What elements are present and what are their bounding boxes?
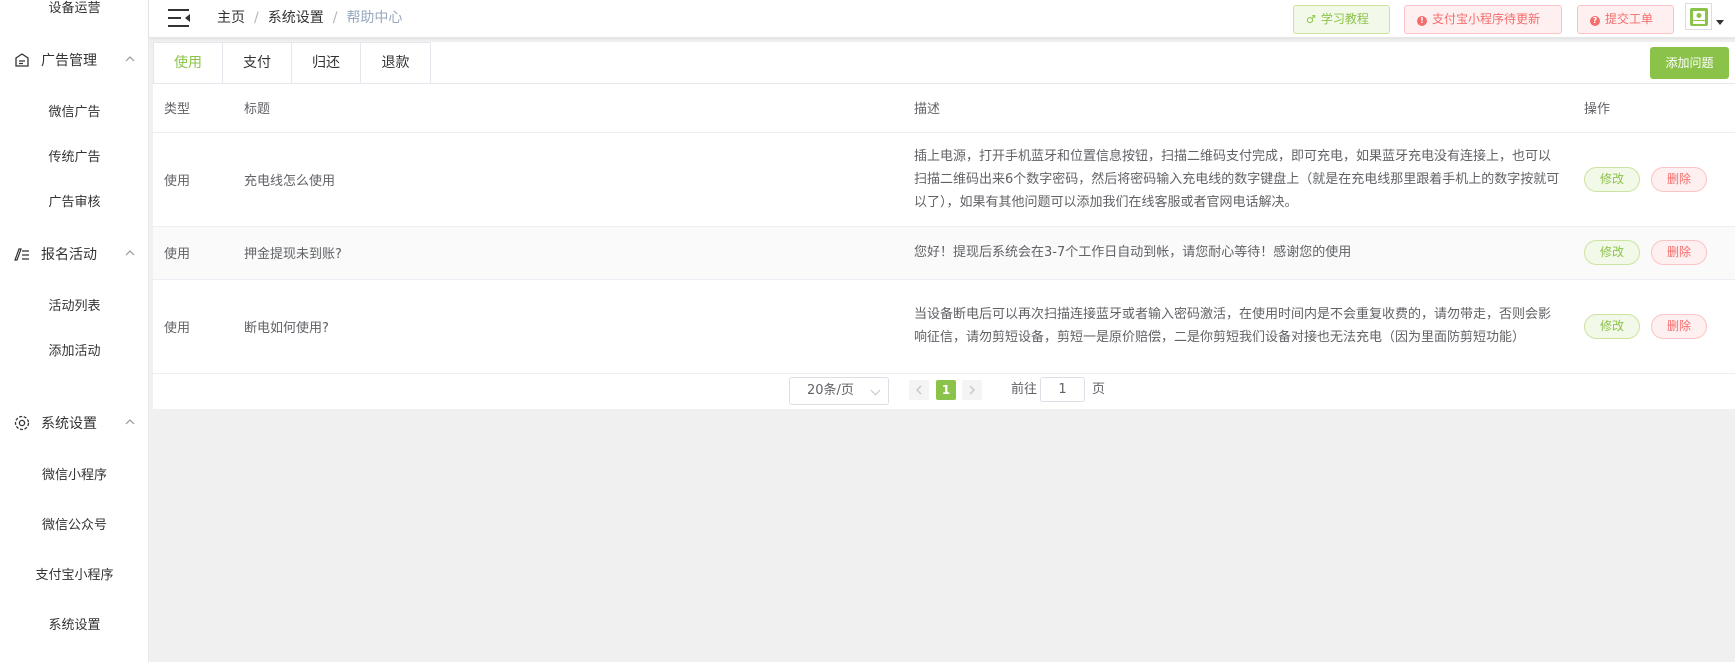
chevron-left-icon [916,385,922,395]
breadcrumb-current: 帮助中心 [346,10,403,26]
sidebar-item-traditional-ads[interactable]: 传统广告 [0,142,149,174]
signup-icon [12,244,32,264]
chevron-right-icon [969,385,975,395]
cell-title: 断电如何使用? [233,279,903,374]
sidebar-item-alipay-miniapp[interactable]: 支付宝小程序 [0,560,149,592]
page-size-select[interactable]: 20条/页 [789,377,889,405]
cell-desc: 您好！提现后系统会在3-7个工作日自动到帐，请您耐心等待！感谢您的使用 [903,226,1573,280]
cell-actions: 修改 删除 [1573,132,1735,227]
alert-icon: ! [1417,16,1427,26]
gear-icon [12,413,32,433]
tab-return[interactable]: 归还 [292,43,361,84]
tab-bar: 使用 支付 归还 退款 [153,42,431,84]
next-page-button[interactable] [962,380,982,400]
page-size-value: 20条/页 [807,383,854,398]
menu-toggle-icon[interactable] [167,8,191,28]
page-suffix-label: 页 [1092,382,1106,397]
ad-icon [12,50,32,70]
chevron-up-icon [125,250,135,256]
breadcrumb-home[interactable]: 主页 [217,10,245,26]
sidebar-group-label: 广告管理 [41,53,97,69]
top-header: 主页 / 系统设置 / 帮助中心 ♂ 学习教程 ! 支付宝小程序待更新 ? 提交工单 [149,0,1735,38]
learn-tutorial-label: 学习教程 [1320,12,1369,26]
table-row: 使用 充电线怎么使用 插上电源，打开手机蓝牙和位置信息按钮，扫描二维码支付完成，… [153,132,1735,227]
edit-button[interactable]: 修改 [1584,313,1640,339]
sidebar-item-wechat-ads[interactable]: 微信广告 [0,97,149,129]
cell-type: 使用 [153,279,233,374]
help-table: 类型 标题 描述 操作 使用 充电线怎么使用 插上电源，打开手机蓝牙和位置信息按… [153,84,1735,374]
breadcrumb-separator: / [254,10,259,26]
column-header-actions: 操作 [1573,84,1735,133]
tab-usage[interactable]: 使用 [154,43,223,84]
add-question-button[interactable]: 添加问题 [1650,47,1729,79]
edit-button[interactable]: 修改 [1584,240,1640,265]
tab-refund[interactable]: 退款 [361,43,430,84]
alipay-update-button[interactable]: ! 支付宝小程序待更新 [1404,5,1562,34]
table-header-row: 类型 标题 描述 操作 [153,84,1735,133]
chevron-down-icon[interactable] [1716,20,1724,25]
cell-title: 押金提现未到账? [233,226,903,280]
goto-label: 前往 [1011,382,1038,397]
cell-type: 使用 [153,226,233,280]
male-icon: ♂ [1306,13,1316,26]
sidebar-item-activity-list[interactable]: 活动列表 [0,291,149,323]
tab-payment[interactable]: 支付 [223,43,292,84]
column-header-type: 类型 [153,84,233,133]
sidebar-group-ads[interactable]: 广告管理 [0,44,149,76]
sidebar-item-device-ops[interactable]: 设备运营 [0,0,149,25]
page-number-current[interactable]: 1 [936,380,956,400]
sidebar-item-wechat-miniapp[interactable]: 微信小程序 [0,460,149,492]
sidebar-item-ad-review[interactable]: 广告审核 [0,187,149,219]
sidebar-group-system[interactable]: 系统设置 [0,407,149,439]
edit-button[interactable]: 修改 [1584,166,1640,192]
table-row: 使用 断电如何使用? 当设备断电后可以再次扫描连接蓝牙或者输入密码激活，在使用时… [153,279,1735,374]
avatar[interactable] [1685,3,1712,30]
delete-button[interactable]: 删除 [1651,240,1707,265]
cell-desc: 当设备断电后可以再次扫描连接蓝牙或者输入密码激活，在使用时间内是不会重复收费的，… [903,279,1573,374]
breadcrumb: 主页 / 系统设置 / 帮助中心 [217,0,402,36]
sidebar: 设备运营 广告管理 微信广告 传统广告 广告审核 报名活动 活动列表 添加活动 … [0,0,149,662]
cell-title: 充电线怎么使用 [233,132,903,227]
cell-desc: 插上电源，打开手机蓝牙和位置信息按钮，扫描二维码支付完成，即可充电，如果蓝牙充电… [903,132,1573,227]
sidebar-item-wechat-official[interactable]: 微信公众号 [0,510,149,542]
main-panel: 使用 支付 归还 退款 添加问题 类型 标题 描述 操作 使用 充电线怎么使用 … [153,42,1735,409]
sidebar-group-label: 报名活动 [41,247,97,263]
chevron-up-icon [125,56,135,62]
sidebar-group-label: 系统设置 [41,416,97,432]
chevron-down-icon [870,385,881,396]
prev-page-button[interactable] [909,380,929,400]
sidebar-group-signup[interactable]: 报名活动 [0,238,149,270]
chevron-up-icon [125,419,135,425]
cell-actions: 修改 删除 [1573,226,1735,280]
submit-ticket-button[interactable]: ? 提交工单 [1577,5,1674,34]
sidebar-item-system-settings[interactable]: 系统设置 [0,610,149,642]
pagination: 20条/页 1 前往 页 [153,372,1735,409]
question-icon: ? [1590,16,1600,26]
cell-type: 使用 [153,132,233,227]
logo-icon [1689,7,1708,26]
column-header-title: 标题 [233,84,903,133]
delete-button[interactable]: 删除 [1651,166,1707,192]
learn-tutorial-button[interactable]: ♂ 学习教程 [1293,5,1390,34]
table-row: 使用 押金提现未到账? 您好！提现后系统会在3-7个工作日自动到帐，请您耐心等待… [153,226,1735,280]
cell-actions: 修改 删除 [1573,279,1735,374]
sidebar-item-add-activity[interactable]: 添加活动 [0,336,149,368]
alipay-update-label: 支付宝小程序待更新 [1432,12,1541,26]
goto-page-input[interactable] [1040,377,1085,402]
submit-ticket-label: 提交工单 [1605,12,1654,26]
delete-button[interactable]: 删除 [1651,313,1707,339]
breadcrumb-system[interactable]: 系统设置 [268,10,324,26]
column-header-desc: 描述 [903,84,1573,133]
breadcrumb-separator: / [332,10,338,26]
